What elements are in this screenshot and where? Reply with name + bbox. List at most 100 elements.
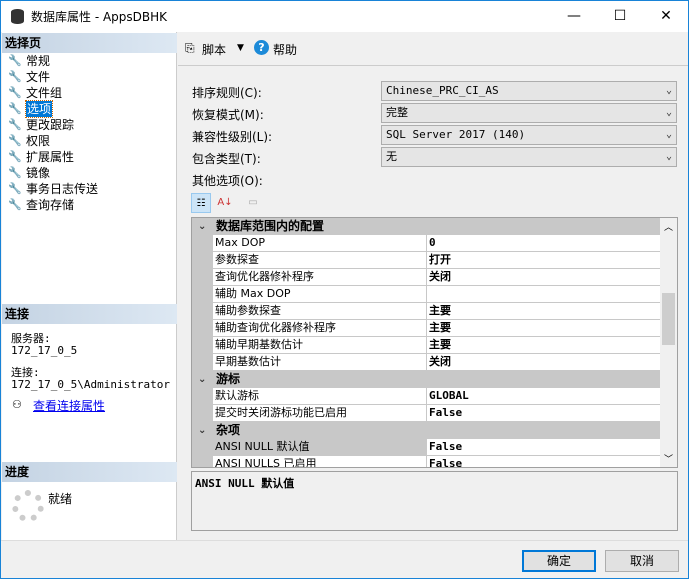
connection-properties-icon: ⚇ [12, 398, 22, 411]
property-name: 辅助查询优化器修补程序 [213, 320, 426, 336]
property-name: Max DOP [213, 235, 426, 251]
grid-row[interactable]: 查询优化器修补程序 关闭 [192, 269, 660, 286]
grid-category[interactable]: ⌄ 数据库范围内的配置 [192, 218, 660, 235]
grid-row[interactable]: 辅助早期基数估计 主要 [192, 337, 660, 354]
property-value[interactable]: 打开 [427, 252, 660, 268]
cancel-button[interactable]: 取消 [605, 550, 679, 572]
chevron-down-icon: ⌄ [665, 107, 672, 118]
category-title: 数据库范围内的配置 [216, 219, 325, 233]
divider [1, 540, 688, 541]
grid-row[interactable]: ANSI NULL 默认值 False [192, 439, 660, 456]
containment-type-select[interactable]: 无 ⌄ [381, 147, 677, 167]
vertical-scrollbar[interactable]: ︿ ﹀ [660, 218, 677, 467]
minimize-button[interactable]: — [551, 1, 597, 31]
grid-row[interactable]: 参数探查 打开 [192, 252, 660, 269]
help-icon: ? [254, 40, 269, 55]
chevron-down-icon: ⌄ [665, 85, 672, 96]
wrench-icon: 🔧 [8, 86, 22, 99]
property-value[interactable]: False [427, 405, 660, 421]
page-item-label: 文件组 [26, 86, 63, 100]
view-connection-properties-link[interactable]: 查看连接属性 [33, 397, 105, 414]
select-page-header: 选择页 [2, 33, 177, 53]
recovery-model-select[interactable]: 完整 ⌄ [381, 103, 677, 123]
property-value[interactable]: 主要 [427, 303, 660, 319]
page-item-label: 选项 [24, 100, 54, 118]
property-value[interactable]: 关闭 [427, 269, 660, 285]
grid-row[interactable]: 早期基数估计 关闭 [192, 354, 660, 371]
scroll-up-icon[interactable]: ︿ [664, 220, 673, 233]
page-item[interactable]: 🔧 扩展属性 [8, 149, 98, 165]
grid-row[interactable]: 提交时关闭游标功能已启用 False [192, 405, 660, 422]
grid-category[interactable]: ⌄ 游标 [192, 371, 660, 388]
property-value[interactable]: 关闭 [427, 354, 660, 370]
collation-select[interactable]: Chinese_PRC_CI_AS ⌄ [381, 81, 677, 101]
grid-category[interactable]: ⌄ 杂项 [192, 422, 660, 439]
grid-row[interactable]: 辅助查询优化器修补程序 主要 [192, 320, 660, 337]
script-dropdown-icon[interactable]: ▼ [237, 43, 244, 53]
property-name: 辅助参数探查 [213, 303, 426, 319]
page-item-label: 扩展属性 [26, 150, 75, 164]
server-value: 172_17_0_5 [11, 344, 78, 357]
page-item[interactable]: 🔧 镜像 [8, 165, 98, 181]
page-list: 🔧 常规 🔧 文件 🔧 文件组 🔧 选项 🔧 更改跟踪 🔧 权限 🔧 扩展属性 🔧 镜像 🔧 事务日志传送 🔧 查询存… [8, 53, 98, 213]
page-item[interactable]: 🔧 文件组 [8, 85, 98, 101]
property-name: ANSI NULL 默认值 [213, 439, 426, 455]
grid-row[interactable]: 辅助 Max DOP [192, 286, 660, 303]
collapse-chevron-icon[interactable]: ⌄ [198, 422, 206, 439]
progress-status: 就绪 [48, 492, 73, 506]
help-button[interactable]: 帮助 [273, 41, 297, 58]
page-item[interactable]: 🔧 常规 [8, 53, 98, 69]
property-name: 辅助早期基数估计 [213, 337, 426, 353]
grid-row[interactable]: Max DOP 0 [192, 235, 660, 252]
connection-header: 连接 [2, 304, 177, 324]
property-pages-icon[interactable]: ▭ [243, 193, 263, 213]
property-name: 查询优化器修补程序 [213, 269, 426, 285]
grid-row[interactable]: 辅助参数探查 主要 [192, 303, 660, 320]
property-grid: ⌄ 数据库范围内的配置 Max DOP 0 参数探查 打开 查询优化器修补程序 关闭 辅助 Ma… [191, 217, 678, 468]
containment-type-value: 无 [386, 150, 397, 163]
scroll-down-icon[interactable]: ﹀ [664, 452, 673, 465]
categorized-icon[interactable]: ☷ [191, 193, 211, 213]
alphabetical-sort-icon[interactable]: A↓ [215, 193, 235, 213]
property-name: 提交时关闭游标功能已启用 [213, 405, 426, 421]
script-button[interactable]: 脚本 [202, 41, 226, 58]
ok-button[interactable]: 确定 [522, 550, 596, 572]
scrollbar-thumb[interactable] [662, 293, 675, 345]
maximize-button[interactable]: ☐ [597, 1, 643, 31]
category-title: 杂项 [216, 423, 241, 437]
property-value[interactable] [427, 286, 660, 302]
page-item[interactable]: 🔧 权限 [8, 133, 98, 149]
property-value[interactable]: 主要 [427, 320, 660, 336]
property-value[interactable]: 主要 [427, 337, 660, 353]
page-item[interactable]: 🔧 更改跟踪 [8, 117, 98, 133]
page-item-label: 权限 [26, 134, 51, 148]
recovery-model-value: 完整 [386, 106, 408, 119]
property-value[interactable]: GLOBAL [427, 388, 660, 404]
property-value[interactable]: False [427, 456, 660, 467]
page-item[interactable]: 🔧 选项 [8, 100, 98, 118]
toolbar: ⎘ 脚本 ▼ ? 帮助 [178, 32, 688, 66]
right-panel: ⎘ 脚本 ▼ ? 帮助 排序规则(C): Chinese_PRC_CI_AS ⌄ … [178, 32, 688, 541]
script-icon: ⎘ [185, 41, 195, 55]
wrench-icon: 🔧 [8, 54, 22, 67]
wrench-icon: 🔧 [8, 102, 22, 115]
page-item-label: 文件 [26, 70, 51, 84]
other-options-label: 其他选项(O): [192, 174, 263, 188]
collapse-chevron-icon[interactable]: ⌄ [198, 218, 206, 235]
database-properties-window: 数据库属性 - AppsDBHK — ☐ ✕ 选择页 🔧 常规 🔧 文件 🔧 文件组 🔧 选项… [0, 0, 689, 579]
compatibility-level-select[interactable]: SQL Server 2017 (140) ⌄ [381, 125, 677, 145]
grid-row[interactable]: ANSI NULLS 已启用 False [192, 456, 660, 467]
connection-value: 172_17_0_5\Administrator [11, 378, 170, 391]
collation-value: Chinese_PRC_CI_AS [386, 84, 499, 97]
page-item[interactable]: 🔧 查询存储 [8, 197, 98, 213]
page-item[interactable]: 🔧 事务日志传送 [8, 181, 98, 197]
close-button[interactable]: ✕ [643, 1, 689, 31]
wrench-icon: 🔧 [8, 182, 22, 195]
chevron-down-icon: ⌄ [665, 151, 672, 162]
property-value[interactable]: False [427, 439, 660, 455]
grid-row[interactable]: 默认游标 GLOBAL [192, 388, 660, 405]
page-item[interactable]: 🔧 文件 [8, 69, 98, 85]
property-value[interactable]: 0 [427, 235, 660, 251]
wrench-icon: 🔧 [8, 70, 22, 83]
collapse-chevron-icon[interactable]: ⌄ [198, 371, 206, 388]
